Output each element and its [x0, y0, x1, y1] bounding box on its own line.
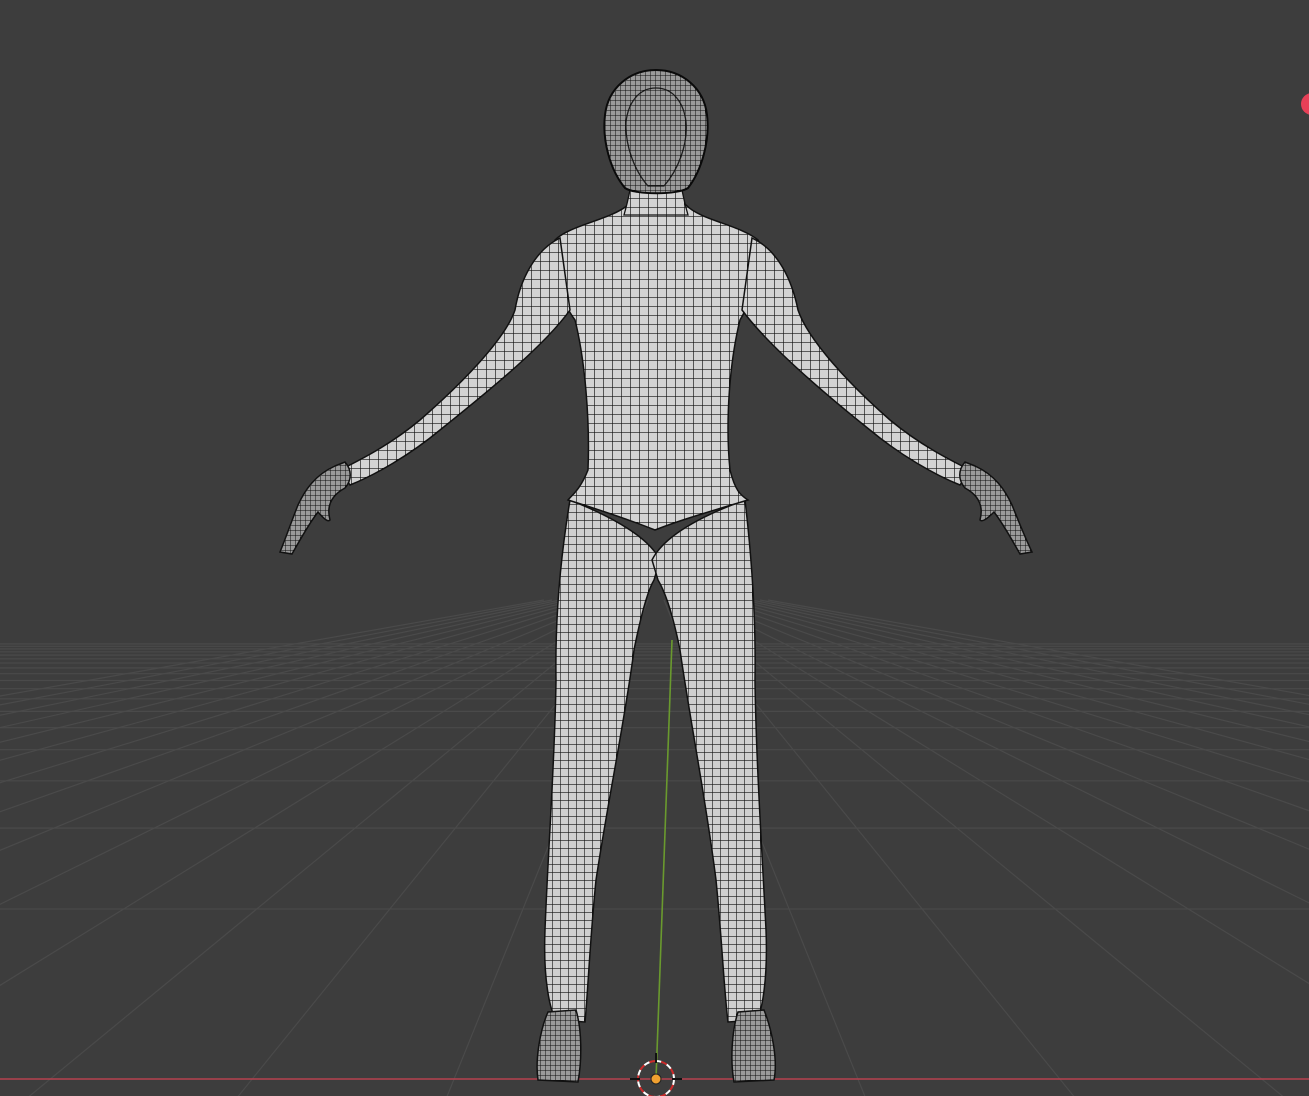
- character-mesh[interactable]: [278, 68, 1034, 1083]
- grid-line: [0, 599, 617, 906]
- grid-line: [711, 599, 1309, 812]
- grid-line: [0, 599, 569, 729]
- grid-line: [727, 599, 1309, 761]
- navigation-gizmo-icon: [1301, 93, 1309, 115]
- grid-line: [28, 599, 633, 1096]
- grid-line: [751, 599, 1309, 716]
- torso: [552, 204, 761, 531]
- grid-line: [703, 599, 1309, 850]
- grid-line: [0, 599, 601, 813]
- right-shoe: [731, 1009, 777, 1083]
- viewport-canvas[interactable]: [0, 0, 1309, 1096]
- 3d-viewport[interactable]: [0, 0, 1309, 1096]
- left-shoe: [536, 1009, 582, 1083]
- left-hand: [278, 461, 351, 555]
- right-arm: [741, 236, 972, 486]
- grid-line: [759, 599, 1309, 705]
- right-leg: [651, 498, 768, 1023]
- grid-line: [0, 599, 585, 761]
- grid-line: [0, 599, 545, 697]
- grid-line: [0, 599, 561, 716]
- left-leg: [543, 498, 661, 1023]
- right-hand: [959, 461, 1034, 555]
- grid-line: [0, 599, 577, 743]
- object-origin-icon: [650, 1073, 662, 1085]
- left-arm: [338, 236, 571, 486]
- grid-line: [695, 599, 1309, 904]
- grid-line: [735, 599, 1309, 743]
- grid-line: [679, 599, 1284, 1096]
- floor-grid: [0, 599, 1309, 1096]
- grid-line: [0, 599, 609, 851]
- y-axis-line: [655, 639, 673, 1080]
- grid-line: [743, 599, 1309, 728]
